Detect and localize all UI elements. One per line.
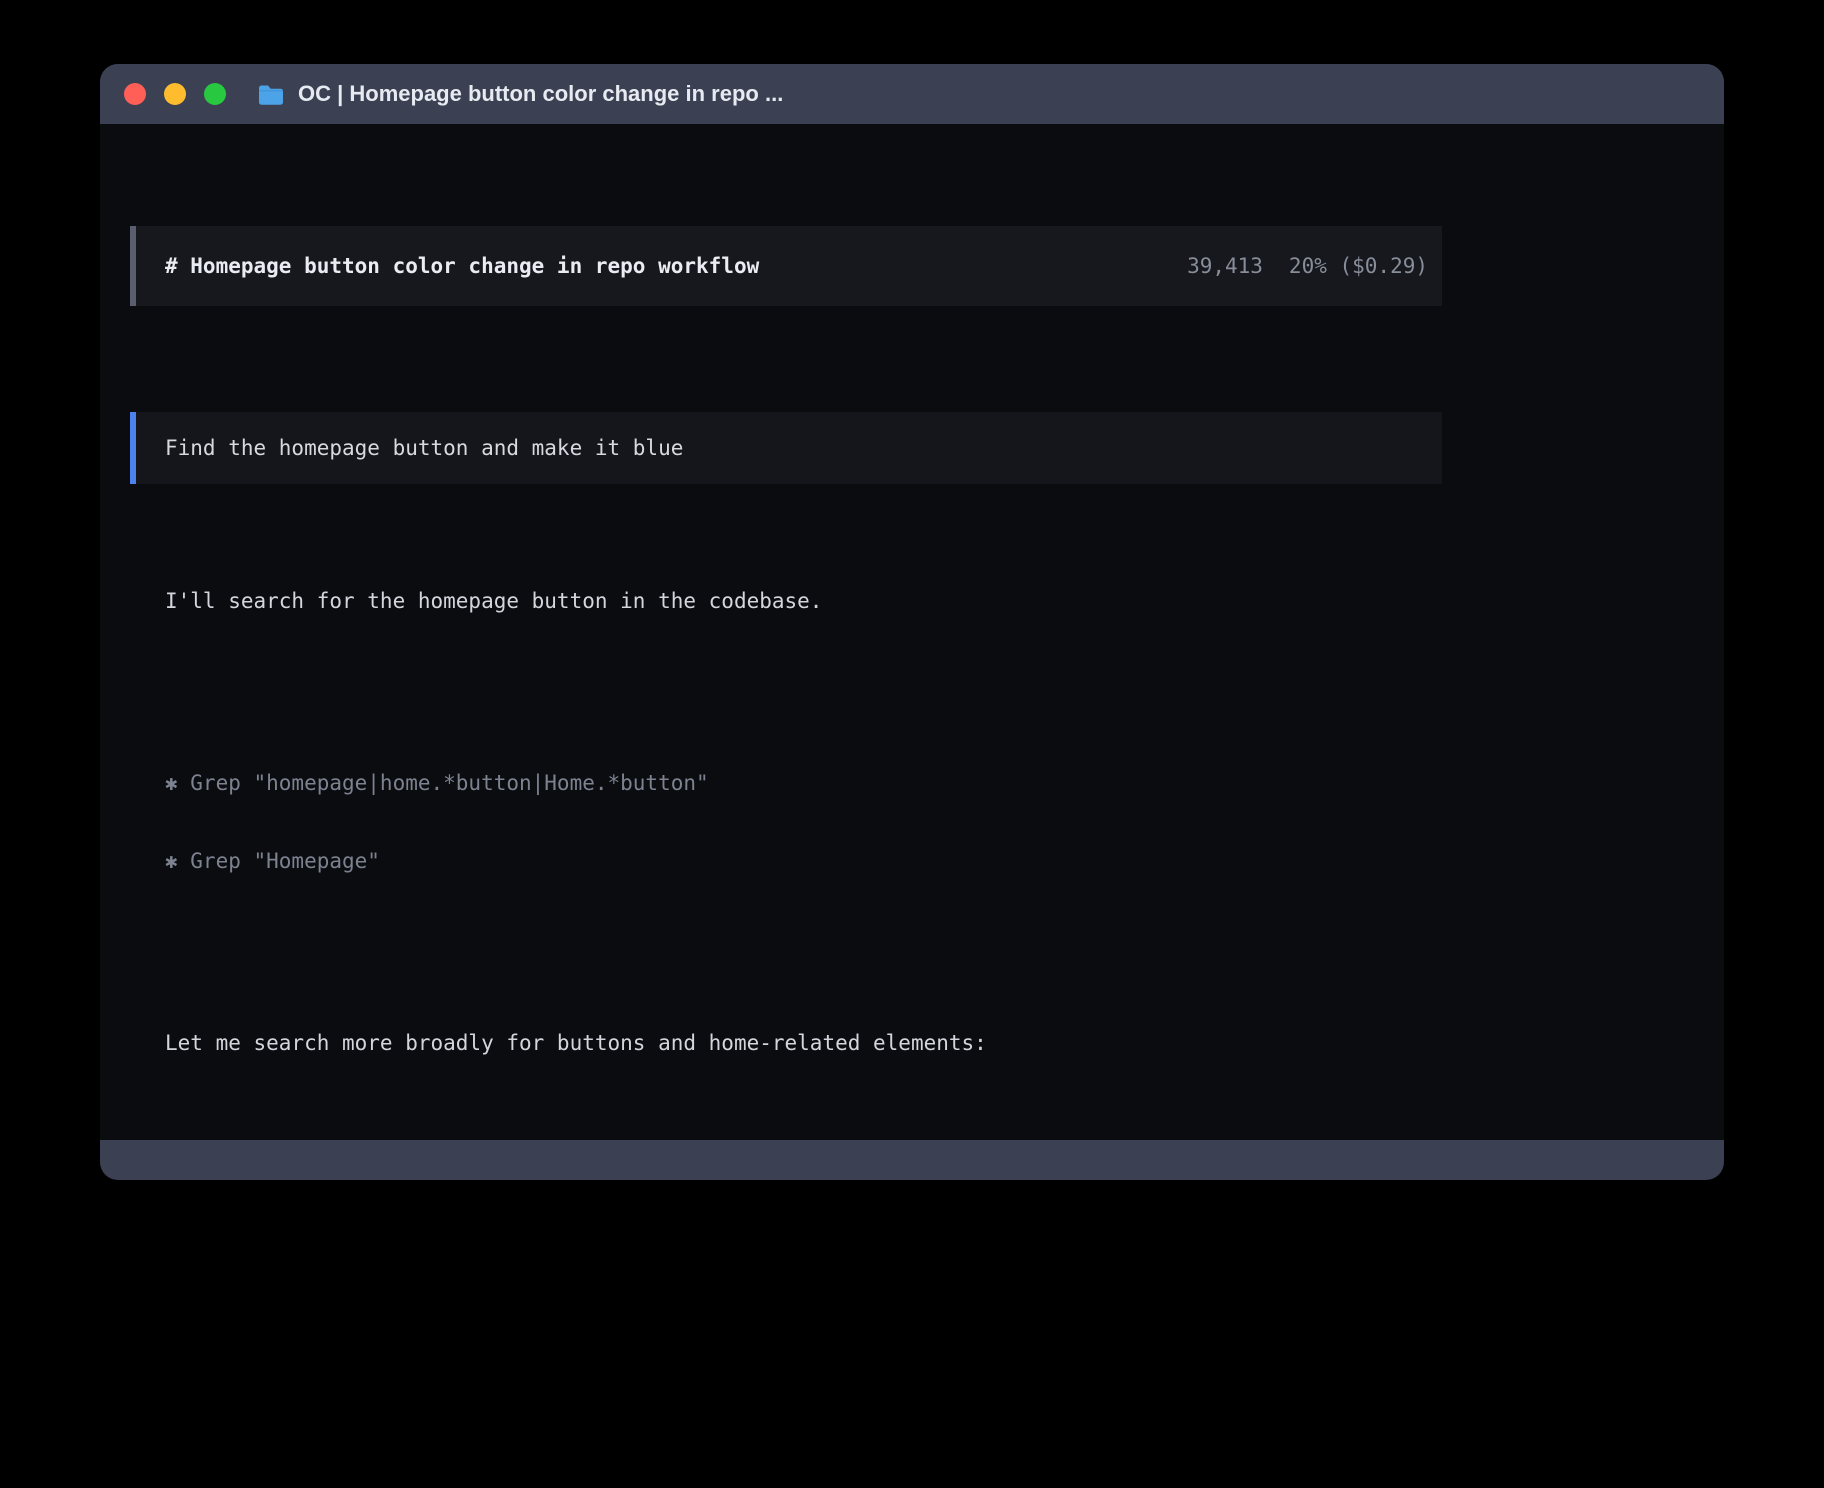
terminal-window: OC | Homepage button color change in rep… xyxy=(100,64,1724,1180)
zoom-button[interactable] xyxy=(204,83,226,105)
window-title: OC | Homepage button color change in rep… xyxy=(298,81,783,107)
tool-call-grep: ✱ Grep "homepage|home.*button|Home.*butt… xyxy=(165,770,1442,796)
assistant-text: I'll search for the homepage button in t… xyxy=(165,588,1442,614)
token-count: 39,413 xyxy=(1187,253,1263,279)
session-title: # Homepage button color change in repo w… xyxy=(165,253,759,279)
tool-call-grep: ✱ Grep "Homepage" xyxy=(165,848,1442,874)
user-message: Find the homepage button and make it blu… xyxy=(130,412,1442,484)
terminal-content: # Homepage button color change in repo w… xyxy=(100,124,1724,1140)
session-header: # Homepage button color change in repo w… xyxy=(130,226,1442,306)
user-message-text: Find the homepage button and make it blu… xyxy=(165,435,683,461)
tool-call-group: ✱ Grep "homepage|home.*button|Home.*butt… xyxy=(165,718,1442,926)
session-stats: 39,413 20% ($0.29) xyxy=(1187,253,1428,279)
minimize-button[interactable] xyxy=(164,83,186,105)
titlebar: OC | Homepage button color change in rep… xyxy=(100,64,1724,124)
assistant-text: Let me search more broadly for buttons a… xyxy=(165,1030,1442,1056)
context-usage: 20% ($0.29) xyxy=(1289,253,1428,279)
tool-call-group: ✱ Grep "Home" (18 matches) ✱ Glob "**/*.… xyxy=(165,1160,1442,1180)
folder-icon xyxy=(258,84,284,105)
close-button[interactable] xyxy=(124,83,146,105)
